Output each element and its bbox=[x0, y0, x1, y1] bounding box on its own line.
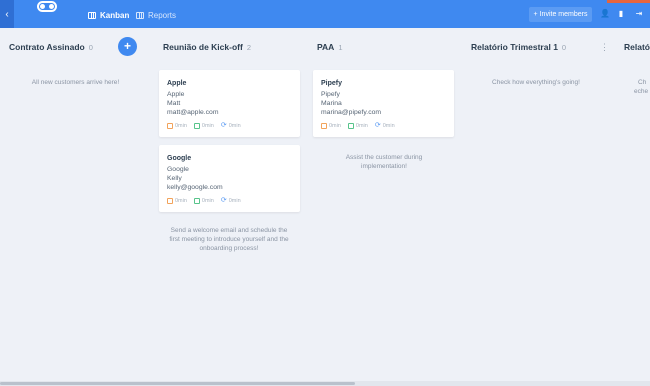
refresh-icon: ⟳ bbox=[374, 122, 381, 129]
column-header-contrato-assinado: Contrato Assinado 0 bbox=[9, 40, 93, 54]
timer-value: 0min bbox=[329, 123, 341, 129]
card-contact: Marina bbox=[321, 100, 342, 107]
clock-icon bbox=[321, 123, 327, 129]
card-company: Apple bbox=[167, 91, 185, 98]
nav-tab-reports-label: Reports bbox=[148, 10, 177, 20]
card-title: Pipefy bbox=[321, 80, 343, 87]
check-icon bbox=[193, 123, 200, 129]
timer-in-phase: 0min bbox=[167, 123, 187, 129]
column-hint-line-2: eche bbox=[634, 88, 649, 95]
column-hint: Assist the customer during implementatio… bbox=[345, 154, 423, 170]
bar-chart-icon[interactable]: ▮ bbox=[616, 9, 626, 19]
refresh-icon: ⟳ bbox=[220, 122, 227, 129]
scrollbar-thumb[interactable] bbox=[0, 382, 355, 385]
column-header-relatorio-trimestral-1: Relatório Trimestral 1 0 bbox=[471, 40, 566, 54]
card-company: Pipefy bbox=[321, 91, 340, 98]
timer-value: 0min bbox=[201, 123, 214, 129]
timer-done: 0min bbox=[193, 198, 214, 204]
card-company: Google bbox=[167, 166, 189, 173]
notification-strip bbox=[607, 0, 650, 3]
timer-value: 0min bbox=[201, 198, 214, 204]
invite-members-label: Invite members bbox=[539, 11, 588, 18]
timer-cycle: ⟳ 0min bbox=[220, 122, 241, 129]
card-contact: Kelly bbox=[167, 175, 182, 182]
pipefy-logo-icon[interactable] bbox=[37, 1, 57, 12]
timer-cycle: ⟳ 0min bbox=[220, 197, 241, 204]
user-icon[interactable]: 👤 bbox=[600, 9, 610, 19]
back-button[interactable]: ‹ bbox=[0, 0, 14, 28]
kanban-icon bbox=[88, 11, 96, 19]
nav-tab-kanban-label: Kanban bbox=[100, 10, 130, 20]
reports-icon bbox=[136, 11, 144, 19]
timer-value: 0min bbox=[175, 123, 187, 129]
check-icon bbox=[193, 198, 200, 204]
column-count: 2 bbox=[246, 42, 251, 52]
timer-cycle: ⟳ 0min bbox=[374, 122, 395, 129]
card-email: kelly@google.com bbox=[167, 184, 223, 191]
card-pipefy[interactable]: Pipefy Pipefy Marina marina@pipefy.com 0… bbox=[313, 70, 454, 137]
add-card-button[interactable]: + bbox=[118, 37, 137, 56]
card-email: marina@pipefy.com bbox=[321, 109, 382, 116]
timer-done: 0min bbox=[347, 123, 368, 129]
column-header-relatorio-clipped: Relatór bbox=[624, 40, 650, 54]
timer-value: 0min bbox=[382, 123, 395, 129]
card-timers: 0min 0min ⟳ 0min bbox=[167, 197, 292, 204]
nav-tab-kanban[interactable]: Kanban bbox=[88, 9, 129, 21]
timer-done: 0min bbox=[193, 123, 214, 129]
card-contact: Matt bbox=[167, 100, 181, 107]
column-title: Relatório Trimestral 1 bbox=[471, 42, 558, 52]
clock-icon bbox=[167, 198, 173, 204]
column-title: Contrato Assinado bbox=[9, 42, 85, 52]
invite-members-button[interactable]: + Invite members bbox=[529, 7, 592, 22]
card-title: Google bbox=[167, 155, 192, 162]
column-menu-icon[interactable]: ⋮ bbox=[600, 42, 609, 52]
card-timers: 0min 0min ⟳ 0min bbox=[167, 122, 292, 129]
back-chevron-icon: ‹ bbox=[5, 8, 9, 20]
column-title: PAA bbox=[317, 42, 335, 52]
column-count: 0 bbox=[561, 42, 567, 52]
timer-value: 0min bbox=[355, 123, 368, 129]
card-email: matt@apple.com bbox=[167, 109, 219, 116]
column-hint: Ch bbox=[638, 78, 650, 87]
column-hint: Send a welcome email and schedule the fi… bbox=[169, 227, 289, 252]
column-hint: All new customers arrive here! bbox=[31, 79, 120, 86]
refresh-icon: ⟳ bbox=[220, 197, 227, 204]
plus-icon: + bbox=[533, 11, 538, 18]
column-header-paa: PAA 1 bbox=[317, 40, 343, 54]
column-title: Relatór bbox=[624, 42, 650, 52]
check-icon bbox=[347, 123, 354, 129]
card-timers: 0min 0min ⟳ 0min bbox=[321, 122, 446, 129]
clock-icon bbox=[167, 123, 173, 129]
column-count: 1 bbox=[338, 42, 343, 52]
column-hint-line: Ch bbox=[638, 79, 647, 86]
timer-value: 0min bbox=[228, 198, 241, 204]
column-hint: Check how everything's going! bbox=[492, 79, 580, 86]
card-apple[interactable]: Apple Apple Matt matt@apple.com 0min 0mi… bbox=[159, 70, 300, 137]
timer-value: 0min bbox=[228, 123, 241, 129]
card-google[interactable]: Google Google Kelly kelly@google.com 0mi… bbox=[159, 145, 300, 212]
column-title: Reunião de Kick-off bbox=[163, 42, 243, 52]
timer-in-phase: 0min bbox=[321, 123, 341, 129]
export-icon[interactable]: ⇥ bbox=[634, 9, 644, 19]
timer-value: 0min bbox=[175, 198, 187, 204]
nav-tab-reports[interactable]: Reports bbox=[136, 9, 176, 21]
column-header-reuniao-kickoff: Reunião de Kick-off 2 bbox=[163, 40, 251, 54]
column-count: 0 bbox=[88, 42, 93, 52]
timer-in-phase: 0min bbox=[167, 198, 187, 204]
card-title: Apple bbox=[167, 80, 187, 87]
